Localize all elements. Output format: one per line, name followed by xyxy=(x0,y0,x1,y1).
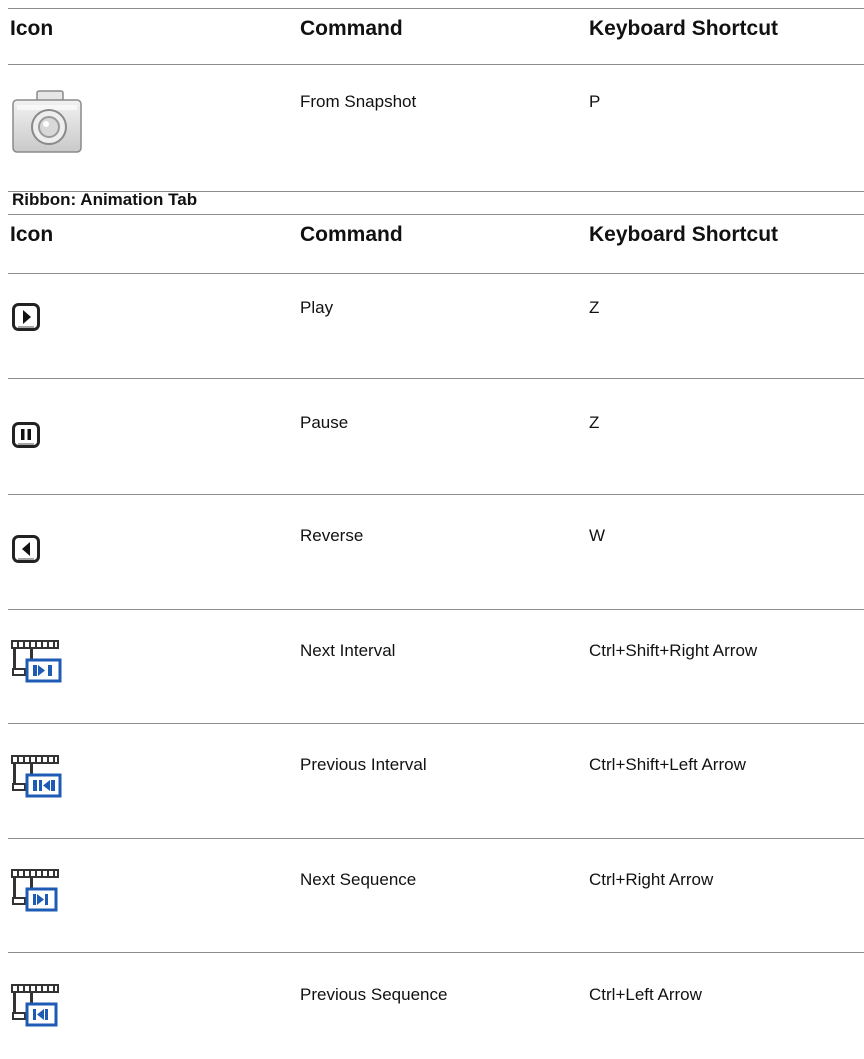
shortcut-column-header: Keyboard Shortcut xyxy=(589,223,779,246)
command-label: Next Sequence xyxy=(300,870,417,889)
section-title: Ribbon: Animation Tab xyxy=(12,190,198,209)
table2-top-rule xyxy=(8,214,864,215)
command-label: Next Interval xyxy=(300,641,396,660)
command-label: Pause xyxy=(300,413,349,432)
row-divider xyxy=(8,494,864,495)
row-divider xyxy=(8,378,864,379)
shortcut-label: P xyxy=(589,92,601,111)
icon-column-header: Icon xyxy=(10,17,54,40)
command-label: Previous Interval xyxy=(300,755,427,774)
command-label: From Snapshot xyxy=(300,92,417,111)
shortcut-label: Z xyxy=(589,298,600,317)
shortcut-label: Ctrl+Shift+Left Arrow xyxy=(589,755,746,774)
previous-interval-icon xyxy=(11,755,62,798)
camera-icon xyxy=(12,90,82,153)
previous-sequence-icon xyxy=(11,984,59,1027)
pause-icon xyxy=(12,422,40,448)
next-interval-icon xyxy=(11,640,62,683)
command-label: Reverse xyxy=(300,526,364,545)
row-divider xyxy=(8,723,864,724)
shortcut-label: Ctrl+Shift+Right Arrow xyxy=(589,641,758,660)
shortcut-column-header: Keyboard Shortcut xyxy=(589,17,779,40)
reverse-icon xyxy=(12,535,40,563)
shortcut-label: W xyxy=(589,526,606,545)
shortcut-label: Ctrl+Right Arrow xyxy=(589,870,714,889)
command-label: Play xyxy=(300,298,334,317)
table2-header-rule xyxy=(8,273,864,274)
command-column-header: Command xyxy=(300,223,403,246)
row-divider xyxy=(8,609,864,610)
table1-top-rule xyxy=(8,8,864,9)
command-label: Previous Sequence xyxy=(300,985,448,1004)
next-sequence-icon xyxy=(11,869,59,912)
shortcut-label: Z xyxy=(589,413,600,432)
table1-header-rule xyxy=(8,64,864,65)
command-column-header: Command xyxy=(300,17,403,40)
row-divider xyxy=(8,838,864,839)
play-icon xyxy=(12,303,40,331)
shortcut-label: Ctrl+Left Arrow xyxy=(589,985,702,1004)
icon-column-header: Icon xyxy=(10,223,54,246)
row-divider xyxy=(8,952,864,953)
